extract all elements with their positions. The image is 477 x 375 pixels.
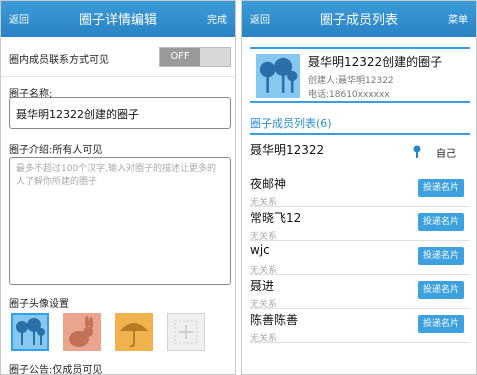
send-card-button[interactable]: 投递名片 xyxy=(418,179,464,197)
member-name: 夜邮神 xyxy=(250,177,287,191)
member-name: 常晓飞12 xyxy=(250,211,302,225)
group-name-input[interactable]: 聂华明12322创建的圈子 xyxy=(9,97,231,129)
group-info-card: 聂华明12322创建的圈子 创建人:聂华明12322 电话:18610xxxxx… xyxy=(250,47,470,103)
contact-visibility-toggle[interactable]: OFF xyxy=(159,47,231,67)
top-bar: 返回 圈子详情编辑 完成 xyxy=(1,1,235,37)
avatar-setting-label: 圈子头像设置 xyxy=(9,299,69,310)
top-bar: 返回 圈子成员列表 菜单 xyxy=(242,1,476,37)
member-name: 聂进 xyxy=(250,279,275,293)
section-divider xyxy=(250,133,470,135)
page-title: 圈子详情编辑 xyxy=(78,13,157,28)
member-relation: 无关系 xyxy=(250,334,278,344)
group-intro-input[interactable]: 最多不超过100个汉字,输入对圈子的描述让更多的人了解你所建的圈子 xyxy=(9,157,231,285)
contact-visibility-row: 圈内成员联系方式可见 OFF xyxy=(1,37,235,77)
member-list-screen: 返回 圈子成员列表 菜单 聂华明12322创建的圈子 创建人:聂华明12322 … xyxy=(241,0,477,375)
group-creator: 创建人:聂华明12322 xyxy=(308,76,394,86)
member-row[interactable]: 陈善陈善 无关系 投递名片 xyxy=(250,309,470,344)
umbrella-avatar-icon[interactable] xyxy=(115,313,153,351)
member-row[interactable]: 聂进 无关系 投递名片 xyxy=(250,275,470,310)
page-title: 圈子成员列表 xyxy=(319,13,398,28)
send-card-button[interactable]: 投递名片 xyxy=(418,247,464,265)
member-row[interactable]: 常晓飞12 无关系 投递名片 xyxy=(250,207,470,242)
group-intro-label: 圈子介绍:所有人可见 xyxy=(9,145,103,156)
done-button[interactable]: 完成 xyxy=(207,11,227,26)
avatar-options xyxy=(9,313,231,353)
member-name: 陈善陈善 xyxy=(250,313,299,327)
group-notice-label: 圈子公告:仅成员可见 xyxy=(9,365,103,375)
contact-visibility-label: 圈内成员联系方式可见 xyxy=(9,55,109,66)
toggle-knob: OFF xyxy=(160,48,200,66)
rabbit-avatar-icon[interactable] xyxy=(63,313,101,351)
send-card-button[interactable]: 投递名片 xyxy=(418,315,464,333)
self-tag: 自己 xyxy=(436,149,456,160)
group-avatar-icon xyxy=(256,54,300,98)
pin-icon xyxy=(413,145,421,158)
group-name: 聂华明12322创建的圈子 xyxy=(308,55,443,69)
members-section-title: 圈子成员列表(6) xyxy=(250,117,332,130)
member-row[interactable]: wjc 无关系 投递名片 xyxy=(250,241,470,276)
member-name: wjc xyxy=(250,243,270,257)
owner-name: 聂华明12322 xyxy=(250,143,325,157)
send-card-button[interactable]: 投递名片 xyxy=(418,213,464,231)
member-row[interactable]: 夜邮神 无关系 投递名片 xyxy=(250,173,470,208)
tree-avatar-icon[interactable] xyxy=(11,313,49,351)
group-edit-screen: 返回 圈子详情编辑 完成 圈内成员联系方式可见 OFF 圈子名称: 聂华明123… xyxy=(0,0,236,375)
add-avatar-icon[interactable] xyxy=(167,313,205,351)
group-phone: 电话:18610xxxxxx xyxy=(308,90,390,100)
menu-button[interactable]: 菜单 xyxy=(448,11,468,26)
owner-row[interactable]: 聂华明12322 自己 xyxy=(250,139,470,167)
send-card-button[interactable]: 投递名片 xyxy=(418,281,464,299)
